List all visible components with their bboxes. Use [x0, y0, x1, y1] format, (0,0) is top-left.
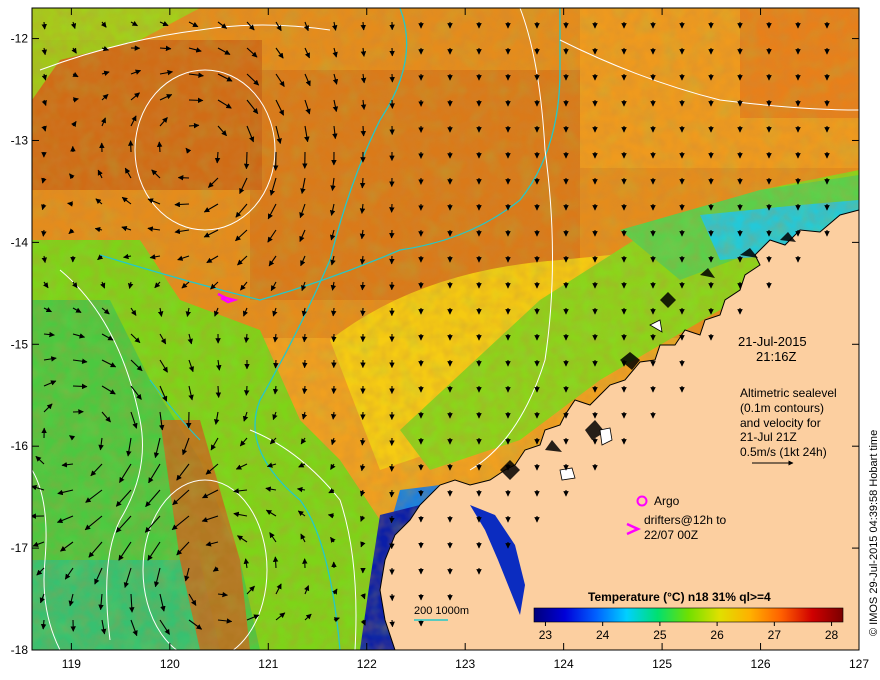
- velocity-arrow: [188, 97, 204, 104]
- velocity-arrow: [360, 21, 367, 31]
- isobath-label: 200 1000m: [414, 605, 469, 617]
- altimetry-line-4: 21-Jul 21Z: [740, 430, 797, 444]
- lon-tick-label: 126: [751, 657, 771, 671]
- velocity-arrow: [389, 515, 395, 524]
- argo-label: Argo: [654, 494, 680, 508]
- velocity-arrow: [72, 383, 88, 390]
- colorbar-gradient: [533, 607, 844, 623]
- lat-tick-label: -14: [11, 235, 29, 249]
- lat-tick-label: -13: [11, 133, 29, 147]
- velocity-arrow: [302, 385, 308, 395]
- velocity-arrow: [389, 489, 395, 498]
- lon-tick-label: 127: [849, 657, 869, 671]
- lat-tick-label: -16: [11, 439, 29, 453]
- velocity-arrow: [360, 125, 367, 137]
- velocity-arrow: [243, 385, 250, 396]
- colorbar-tick-label: 25: [653, 628, 667, 642]
- lat-tick-label: -18: [11, 643, 29, 657]
- velocity-scale-label: 0.5m/s (1kt 24h): [740, 445, 827, 459]
- colorbar-title: Temperature (°C) n18 31% ql>=4: [588, 590, 771, 604]
- velocity-arrow: [215, 385, 222, 398]
- colorbar-tick-label: 26: [710, 628, 724, 642]
- velocity-arrow: [174, 201, 190, 208]
- lon-tick-label: 121: [258, 657, 278, 671]
- velocity-arrow: [389, 619, 395, 628]
- altimetry-line-3: and velocity for: [740, 416, 821, 430]
- colorbar-tick-label: 23: [539, 628, 553, 642]
- velocity-arrow: [272, 556, 279, 569]
- sst-field: [32, 8, 859, 650]
- altimetry-line-1: Altimetric sealevel: [740, 386, 837, 400]
- colorbar-tick-label: 28: [825, 628, 839, 642]
- drifters-line-1: drifters@12h to: [644, 513, 727, 527]
- velocity-arrow: [360, 281, 366, 291]
- colorbar-tick-label: 24: [596, 628, 610, 642]
- date-label: 21-Jul-2015: [738, 334, 807, 349]
- drifters-line-2: 22/07 00Z: [644, 528, 698, 542]
- lon-tick-label: 120: [160, 657, 180, 671]
- colorbar-tick-label: 27: [768, 628, 782, 642]
- lon-tick-label: 119: [62, 657, 81, 671]
- velocity-arrow: [301, 333, 308, 343]
- velocity-arrow: [67, 201, 74, 207]
- velocity-arrow: [41, 229, 47, 237]
- velocity-arrow: [359, 177, 366, 189]
- lat-tick-label: -15: [11, 337, 29, 351]
- velocity-arrow: [243, 151, 250, 170]
- lat-tick-label: -12: [11, 32, 29, 46]
- credit-label: © IMOS 29-Jul-2015 04:39:58 Hobart time: [868, 430, 880, 636]
- velocity-arrow: [273, 359, 279, 369]
- velocity-arrow: [156, 141, 163, 153]
- lon-tick-label: 125: [652, 657, 672, 671]
- lon-tick-label: 124: [554, 657, 574, 671]
- velocity-arrow: [159, 45, 172, 52]
- lon-tick-label: 123: [455, 657, 475, 671]
- altimetry-line-2: (0.1m contours): [740, 401, 824, 415]
- sst-map: 119 120 121 122 123 124 125 126 127 -12 -13 -14 -15…: [11, 7, 880, 671]
- velocity-arrow: [41, 21, 47, 30]
- time-label: 21:16Z: [756, 349, 797, 364]
- lat-tick-label: -17: [11, 541, 29, 555]
- velocity-arrow: [360, 437, 366, 446]
- lon-tick-label: 122: [357, 657, 377, 671]
- velocity-arrow: [188, 122, 200, 129]
